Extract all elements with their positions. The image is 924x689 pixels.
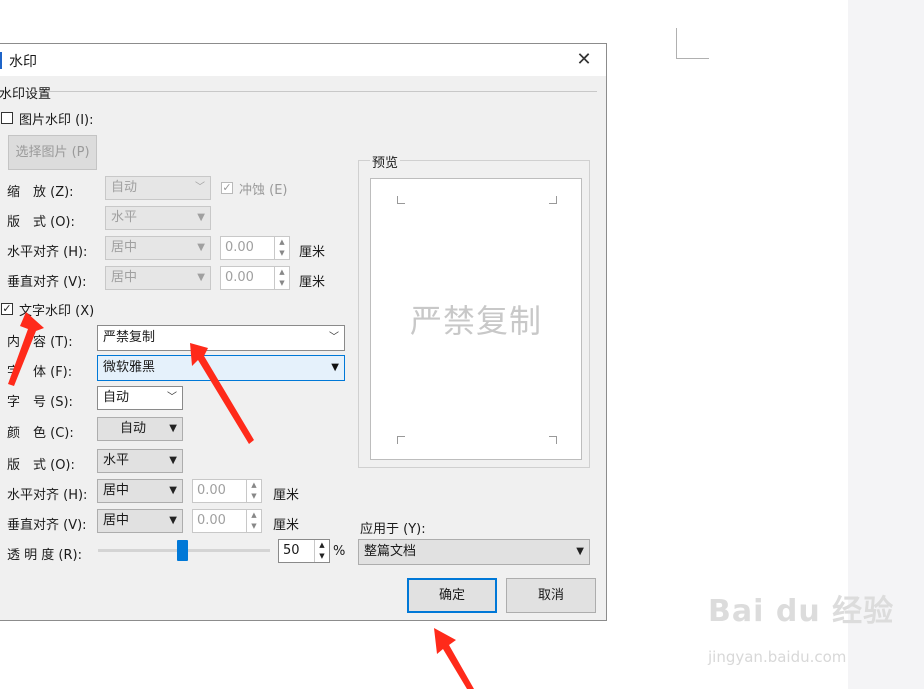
annotation-arrow <box>434 628 474 689</box>
baidu-logo-watermark: Bai du 经验 <box>708 594 895 629</box>
annotation-arrow <box>190 343 254 444</box>
baidu-url-watermark: jingyan.baidu.com <box>708 648 847 666</box>
annotation-arrow <box>8 312 44 386</box>
